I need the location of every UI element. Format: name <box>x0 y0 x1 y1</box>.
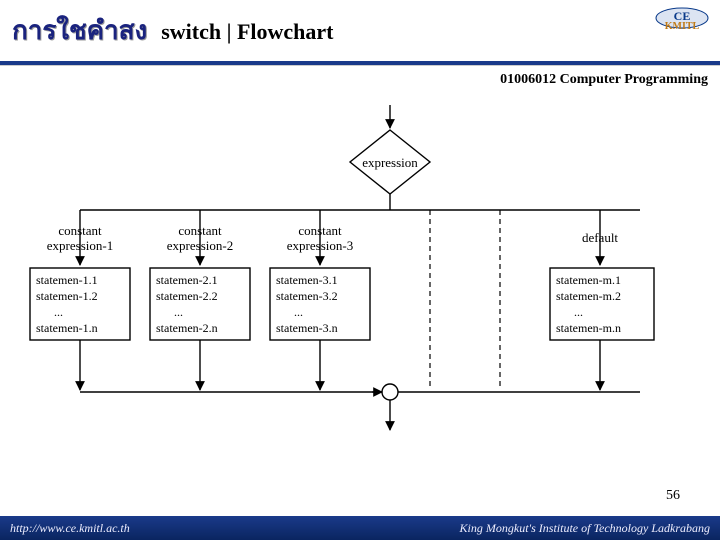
branch-2-stmt-2: ... <box>174 305 183 319</box>
branch-1-stmt-0: statemen-1.1 <box>36 273 98 287</box>
branch-1-label-l1: constant <box>58 223 102 238</box>
merge-node <box>382 384 398 400</box>
english-title: switch | Flowchart <box>161 19 333 45</box>
branch-1-stmt-3: statemen-1.n <box>36 321 98 335</box>
switch-flowchart: expression constant expression-1 stateme… <box>0 100 720 460</box>
branch-3-stmt-1: statemen-3.2 <box>276 289 338 303</box>
expression-label: expression <box>362 155 418 170</box>
branch-4-stmt-2: ... <box>574 305 583 319</box>
branch-4-label-l1: default <box>582 230 618 245</box>
thai-title: การใชคำสง <box>12 10 147 51</box>
kmitl-logo: CE KMITL <box>654 6 710 48</box>
branch-2-label-l1: constant <box>178 223 222 238</box>
slide-header: การใชคำสง switch | Flowchart CE KMITL <box>0 0 720 57</box>
branch-3-label-l1: constant <box>298 223 342 238</box>
branch-2-stmt-3: statemen-2.n <box>156 321 218 335</box>
branch-4-stmt-0: statemen-m.1 <box>556 273 621 287</box>
branch-1-label-l2: expression-1 <box>47 238 113 253</box>
slide-footer: http://www.ce.kmitl.ac.th King Mongkut's… <box>0 516 720 540</box>
branch-1-stmt-1: statemen-1.2 <box>36 289 98 303</box>
branch-4-stmt-1: statemen-m.2 <box>556 289 621 303</box>
branch-3-stmt-3: statemen-3.n <box>276 321 338 335</box>
branch-1-stmt-2: ... <box>54 305 63 319</box>
branch-3-stmt-0: statemen-3.1 <box>276 273 338 287</box>
branch-2-stmt-0: statemen-2.1 <box>156 273 218 287</box>
footer-url: http://www.ce.kmitl.ac.th <box>10 521 130 536</box>
footer-institution: King Mongkut's Institute of Technology L… <box>460 521 710 536</box>
branch-3-stmt-2: ... <box>294 305 303 319</box>
branch-2-stmt-1: statemen-2.2 <box>156 289 218 303</box>
page-number: 56 <box>666 488 680 504</box>
branch-3-label-l2: expression-3 <box>287 238 353 253</box>
branch-4-stmt-3: statemen-m.n <box>556 321 621 335</box>
branch-2-label-l2: expression-2 <box>167 238 233 253</box>
course-code: 01006012 Computer Programming <box>0 66 720 88</box>
